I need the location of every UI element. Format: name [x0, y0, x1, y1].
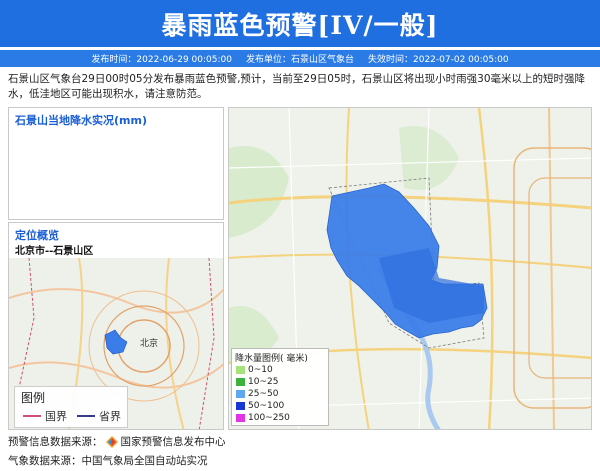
swatch-10-25-icon: [236, 378, 245, 386]
warning-description: 石景山区气象台29日00时05分发布暴雨蓝色预警,预计，当前至29日05时，石景…: [8, 73, 586, 100]
provincial-border-line-icon: [77, 415, 95, 417]
boundary-legend-title: 图例: [21, 391, 46, 405]
title-bar: 暴雨蓝色预警[IV/一般]: [0, 0, 600, 48]
swatch-25-50-icon: [236, 390, 245, 398]
weather-data-source: 气象数据来源：中国气象局全国自动站实况: [8, 455, 208, 467]
expire-time: 失效时间：2022-07-02 00:05:00: [368, 55, 509, 65]
swatch-0-10-icon: [236, 366, 245, 374]
overview-city-label: 北京: [140, 339, 159, 349]
rain-panel-title: 石景山当地降水实况(mm): [15, 114, 147, 127]
rain-legend-title: 降水量图例( 毫米): [235, 354, 308, 364]
rain-observation-panel: 石景山当地降水实况(mm): [8, 107, 224, 220]
rain-legend-item: 25~50: [236, 389, 278, 399]
national-border-line-icon: [23, 415, 41, 417]
publish-time: 发布时间：2022-06-29 00:05:00: [91, 55, 232, 65]
rain-legend-item: 50~100: [236, 401, 284, 411]
publisher: 发布单位：石景山区气象台: [245, 55, 354, 65]
legend-item-national: 国界: [23, 408, 67, 424]
boundary-legend: 图例 国界 省界: [14, 386, 128, 428]
location-subtitle: 北京市--石景山区: [15, 246, 94, 257]
meta-bar: 发布时间：2022-06-29 00:05:00 发布单位：石景山区气象台 失效…: [0, 50, 600, 67]
warning-center-logo-icon: [105, 435, 118, 448]
rain-legend-item: 10~25: [236, 377, 278, 387]
warning-data-source: 预警信息数据来源： 国家预警信息发布中心: [8, 435, 226, 448]
swatch-50-100-icon: [236, 402, 245, 410]
rain-legend: 降水量图例( 毫米) 0~10 10~25 25~50 50~100 100~2…: [231, 348, 329, 426]
warning-title: 暴雨蓝色预警[IV/一般]: [161, 10, 439, 40]
legend-item-provincial: 省界: [77, 408, 121, 424]
rain-legend-item: 0~10: [236, 365, 273, 375]
swatch-100-250-icon: [236, 414, 245, 422]
rain-legend-item: 100~250: [236, 413, 290, 423]
location-panel-title: 定位概览: [15, 229, 59, 242]
